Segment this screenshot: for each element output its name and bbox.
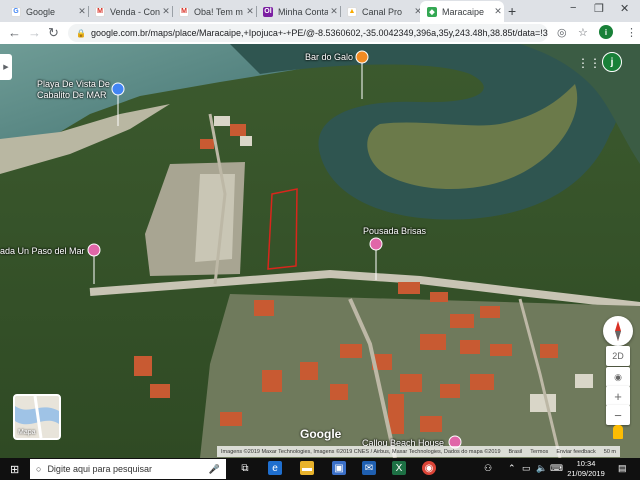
windows-taskbar: ⊞ ○ Digite aqui para pesquisar 🎤 ⧉ e ▬ ▣… bbox=[0, 458, 640, 480]
restore-icon[interactable]: ❐ bbox=[594, 2, 604, 15]
tab-oba[interactable]: M Oba! Tem m ✕ bbox=[172, 1, 256, 22]
tilt-toggle-button[interactable]: 2D bbox=[606, 346, 630, 366]
network-icon[interactable]: ▭ bbox=[522, 463, 531, 474]
taskbar-search[interactable]: ○ Digite aqui para pesquisar 🎤 bbox=[30, 459, 226, 479]
google-icon: G bbox=[11, 6, 21, 17]
tab-title: Venda - Cons bbox=[110, 6, 160, 17]
profile-avatar[interactable]: i bbox=[599, 25, 613, 39]
gmail-icon: M bbox=[179, 6, 189, 17]
clock-time: 10:34 bbox=[576, 459, 596, 468]
reload-icon[interactable]: ↻ bbox=[48, 25, 59, 41]
gmail-icon: M bbox=[95, 6, 105, 17]
tab-title: Canal Pro bbox=[362, 6, 403, 17]
tab-title: Google bbox=[26, 6, 56, 17]
zoom-in-button[interactable]: + bbox=[606, 386, 630, 406]
close-icon[interactable]: ✕ bbox=[244, 6, 256, 17]
url-text: google.com.br/maps/place/Maracaipe,+Ipoj… bbox=[90, 28, 548, 38]
search-icon: ○ bbox=[36, 464, 42, 474]
chrome-icon[interactable]: ◉ bbox=[422, 461, 436, 475]
microphone-icon[interactable]: 🎤 bbox=[209, 464, 220, 475]
taskbar-clock[interactable]: 10:34 21/09/2019 bbox=[566, 459, 606, 479]
search-placeholder: Digite aqui para pesquisar bbox=[47, 464, 153, 474]
tab-title: Minha Conta bbox=[278, 6, 328, 17]
close-window-icon[interactable]: ✕ bbox=[620, 2, 629, 15]
new-tab-button[interactable]: + bbox=[508, 3, 516, 19]
minimize-icon[interactable]: − bbox=[570, 2, 576, 14]
star-icon[interactable]: ☆ bbox=[578, 26, 588, 39]
store-icon[interactable]: ▣ bbox=[332, 461, 346, 475]
imagery-credit: Imagens ©2019 Maxar Technologies, Imagen… bbox=[221, 448, 501, 455]
google-logo: Google bbox=[300, 427, 342, 441]
tab-title: Oba! Tem m bbox=[194, 6, 243, 17]
layer-switcher[interactable]: Mapa bbox=[13, 394, 61, 440]
place-label[interactable]: Cabalito De MAR bbox=[37, 90, 107, 100]
edge-icon[interactable]: e bbox=[268, 461, 282, 475]
excel-icon[interactable]: X bbox=[392, 461, 406, 475]
account-avatar[interactable]: j bbox=[602, 52, 622, 72]
windows-start-icon[interactable]: ⊞ bbox=[10, 463, 19, 476]
tab-canal-pro[interactable]: ▲ Canal Pro ✕ bbox=[340, 1, 424, 22]
browser-toolbar: ← → ↻ 🔒 google.com.br/maps/place/Maracai… bbox=[0, 22, 640, 44]
tray-chevron-icon[interactable]: ⌃ bbox=[508, 463, 516, 474]
forward-icon[interactable]: → bbox=[28, 25, 41, 40]
canal-icon: ▲ bbox=[347, 6, 357, 17]
close-icon[interactable]: ✕ bbox=[76, 6, 88, 17]
zoom-out-button[interactable]: − bbox=[606, 405, 630, 425]
compass-icon[interactable] bbox=[603, 316, 633, 346]
keyboard-icon[interactable]: ⌨ bbox=[550, 463, 563, 474]
location-icon[interactable]: ◎ bbox=[557, 26, 567, 39]
notification-icon[interactable]: ▤ bbox=[618, 463, 627, 474]
tab-strip: G Google ✕ M Venda - Cons ✕ M Oba! Tem m… bbox=[0, 0, 640, 22]
tab-minha-conta[interactable]: Ol Minha Conta ✕ bbox=[256, 1, 340, 22]
tab-title: Maracaipe bbox=[442, 6, 485, 17]
place-label[interactable]: Bar do Galo bbox=[305, 52, 353, 62]
volume-icon[interactable]: 🔈 bbox=[536, 463, 547, 474]
place-label[interactable]: Playa De Vista De bbox=[37, 79, 110, 89]
tab-venda[interactable]: M Venda - Cons ✕ bbox=[88, 1, 172, 22]
scale-label[interactable]: 50 m bbox=[604, 449, 616, 455]
account-icon: Ol bbox=[263, 6, 273, 17]
close-icon[interactable]: ✕ bbox=[160, 6, 172, 17]
back-icon[interactable]: ← bbox=[8, 25, 21, 40]
feedback-link[interactable]: Enviar feedback bbox=[556, 449, 595, 455]
place-label[interactable]: Pousada Brisas bbox=[363, 226, 426, 236]
attribution-bar: Imagens ©2019 Maxar Technologies, Imagen… bbox=[0, 445, 640, 458]
close-icon[interactable]: ✕ bbox=[328, 6, 340, 17]
tab-maracaipe[interactable]: ◆ Maracaipe ✕ bbox=[420, 1, 504, 22]
location-dot-icon: ◉ bbox=[614, 371, 622, 382]
maps-icon: ◆ bbox=[427, 6, 437, 17]
layer-label: Mapa bbox=[18, 429, 36, 436]
map-canvas[interactable]: Playa De Vista De Cabalito De MAR Bar do… bbox=[0, 44, 640, 458]
mail-icon[interactable]: ✉ bbox=[362, 461, 376, 475]
tab-google[interactable]: G Google ✕ bbox=[4, 1, 88, 22]
lock-icon: 🔒 bbox=[76, 28, 86, 38]
people-icon[interactable]: ⚇ bbox=[484, 463, 492, 474]
my-location-button[interactable]: ◉ bbox=[606, 367, 630, 387]
file-explorer-icon[interactable]: ▬ bbox=[300, 461, 314, 475]
clock-date: 21/09/2019 bbox=[567, 469, 605, 478]
place-label[interactable]: ada Un Paso del Mar bbox=[0, 246, 85, 256]
collapse-panel-button[interactable]: ▶ bbox=[0, 54, 12, 80]
menu-icon[interactable]: ⋮ bbox=[626, 26, 637, 39]
satellite-imagery bbox=[0, 44, 640, 458]
task-view-icon[interactable]: ⧉ bbox=[238, 461, 252, 475]
terms-link[interactable]: Termos bbox=[530, 449, 548, 455]
pegman-icon[interactable] bbox=[613, 425, 623, 439]
region-link[interactable]: Brasil bbox=[509, 449, 523, 455]
close-icon[interactable]: ✕ bbox=[492, 6, 504, 17]
address-bar[interactable]: 🔒 google.com.br/maps/place/Maracaipe,+Ip… bbox=[68, 24, 548, 42]
